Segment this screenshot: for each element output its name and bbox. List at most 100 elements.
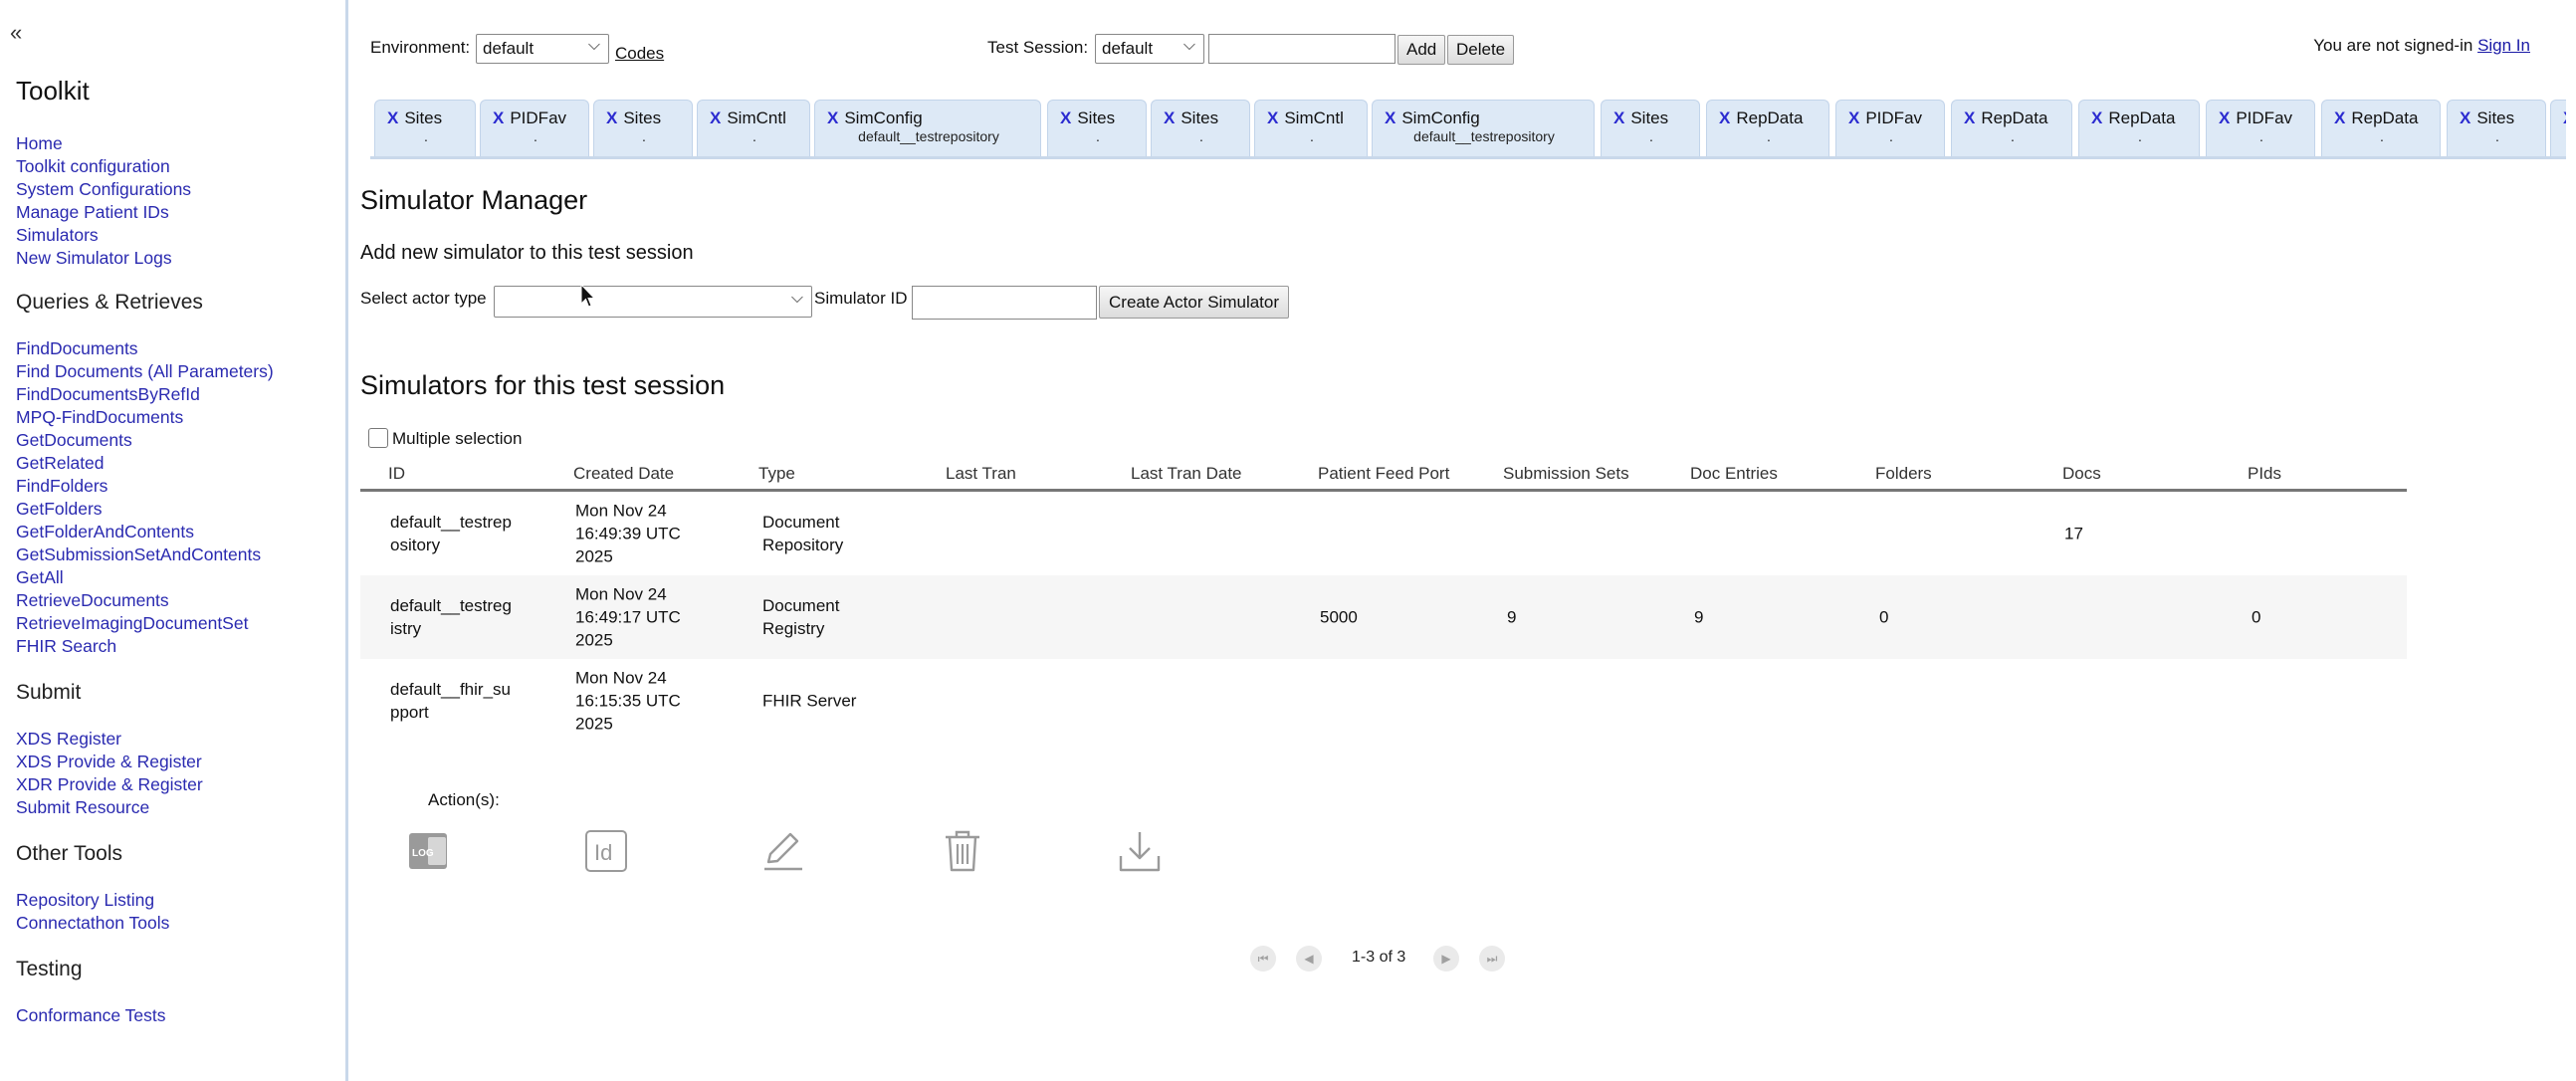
last-page-icon[interactable]: ⏭ xyxy=(1479,946,1505,972)
tab-repdata[interactable]: X RepData. xyxy=(1706,100,1829,156)
tab-partial[interactable]: X xyxy=(2550,100,2566,156)
close-tab-icon[interactable]: X xyxy=(827,108,838,127)
tab-repdata[interactable]: X RepData. xyxy=(2078,100,2200,156)
tab-repdata[interactable]: X RepData. xyxy=(2321,100,2441,156)
delete-session-button[interactable]: Delete xyxy=(1447,35,1515,65)
add-session-button[interactable]: Add xyxy=(1397,35,1446,65)
close-tab-icon[interactable]: X xyxy=(1613,108,1624,127)
test-session-select[interactable]: default ⌵ xyxy=(1095,34,1204,64)
table-row[interactable]: default__fhir_su pport Mon Nov 24 16:15:35… xyxy=(360,659,2407,743)
sidebar-item-conformance-tests[interactable]: Conformance Tests xyxy=(16,1004,165,1027)
sidebar-item-submit-resource[interactable]: Submit Resource xyxy=(16,796,149,819)
sidebar-item-new-simulator-logs[interactable]: New Simulator Logs xyxy=(16,247,172,270)
close-tab-icon[interactable]: X xyxy=(1719,108,1730,127)
sidebar-item-home[interactable]: Home xyxy=(16,132,63,155)
test-session-input[interactable] xyxy=(1208,34,1395,64)
tab-pidfav[interactable]: X PIDFav. xyxy=(1835,100,1945,156)
col-header-doc-entries[interactable]: Doc Entries xyxy=(1690,464,1778,484)
sidebar-item-getdocuments[interactable]: GetDocuments xyxy=(16,429,132,452)
sidebar-item-xdr-provide-register[interactable]: XDR Provide & Register xyxy=(16,773,203,796)
tab-sites[interactable]: X Sites. xyxy=(1047,100,1147,156)
sidebar-item-retrieveimagingdocumentset[interactable]: RetrieveImagingDocumentSet xyxy=(16,612,248,635)
close-tab-icon[interactable]: X xyxy=(1964,108,1975,127)
simulator-id-input[interactable] xyxy=(912,286,1097,320)
sidebar-item-finddocumentsbyrefid[interactable]: FindDocumentsByRefId xyxy=(16,383,200,406)
tab-simconfig[interactable]: X SimConfig default__testrepository xyxy=(814,100,1041,156)
col-header-created-date[interactable]: Created Date xyxy=(573,464,674,484)
close-tab-icon[interactable]: X xyxy=(2334,108,2345,127)
environment-select[interactable]: default ⌵ xyxy=(476,34,609,64)
sidebar-item-mpq-finddocuments[interactable]: MPQ-FindDocuments xyxy=(16,406,183,429)
col-header-folders[interactable]: Folders xyxy=(1875,464,1932,484)
signin-link[interactable]: Sign In xyxy=(2477,36,2530,55)
tab-sites[interactable]: X Sites. xyxy=(593,100,693,156)
table-row[interactable]: default__testreg istry Mon Nov 24 16:49:17… xyxy=(360,575,2407,659)
close-tab-icon[interactable]: X xyxy=(493,108,504,127)
tab-pidfav[interactable]: X PIDFav. xyxy=(480,100,589,156)
trash-icon[interactable] xyxy=(940,828,985,874)
close-tab-icon[interactable]: X xyxy=(1267,108,1278,127)
id-icon[interactable]: Id xyxy=(583,828,629,874)
tab-sites[interactable]: X Sites. xyxy=(1601,100,1700,156)
sidebar-item-repository-listing[interactable]: Repository Listing xyxy=(16,889,154,912)
sidebar-item-getfolders[interactable]: GetFolders xyxy=(16,498,103,521)
actor-type-select[interactable]: ⌵ xyxy=(494,286,812,318)
next-page-icon[interactable]: ▶ xyxy=(1433,946,1459,972)
sidebar-item-getfolderandcontents[interactable]: GetFolderAndContents xyxy=(16,521,194,543)
close-tab-icon[interactable]: X xyxy=(2563,108,2566,127)
table-row[interactable]: default__testrep ository Mon Nov 24 16:49:… xyxy=(360,492,2407,575)
col-header-patient-feed-port[interactable]: Patient Feed Port xyxy=(1318,464,1449,484)
sidebar-item-xds-provide-register[interactable]: XDS Provide & Register xyxy=(16,751,202,773)
close-tab-icon[interactable]: X xyxy=(387,108,398,127)
col-header-docs[interactable]: Docs xyxy=(2062,464,2101,484)
tab-sites[interactable]: X Sites. xyxy=(2447,100,2546,156)
sidebar-item-retrievedocuments[interactable]: RetrieveDocuments xyxy=(16,589,169,612)
close-tab-icon[interactable]: X xyxy=(1060,108,1071,127)
create-actor-simulator-button[interactable]: Create Actor Simulator xyxy=(1099,286,1290,319)
sidebar-section-testing: Testing xyxy=(16,958,83,980)
prev-page-icon[interactable]: ◀ xyxy=(1296,946,1322,972)
close-tab-icon[interactable]: X xyxy=(710,108,721,127)
checkbox[interactable] xyxy=(368,428,388,448)
tab-simcntl[interactable]: X SimCntl. xyxy=(1254,100,1368,156)
log-icon[interactable]: LOG xyxy=(406,828,452,874)
multiple-selection-checkbox[interactable]: Multiple selection xyxy=(368,428,522,449)
sidebar-item-fhir-search[interactable]: FHIR Search xyxy=(16,635,116,658)
sidebar-item-finddocuments[interactable]: FindDocuments xyxy=(16,337,138,360)
sidebar-item-find-documents-all[interactable]: Find Documents (All Parameters) xyxy=(16,360,274,383)
col-header-submission-sets[interactable]: Submission Sets xyxy=(1503,464,1629,484)
col-header-id[interactable]: ID xyxy=(388,464,405,484)
sidebar-item-findfolders[interactable]: FindFolders xyxy=(16,475,107,498)
close-tab-icon[interactable]: X xyxy=(1164,108,1175,127)
close-tab-icon[interactable]: X xyxy=(606,108,617,127)
sidebar-item-connectathon-tools[interactable]: Connectathon Tools xyxy=(16,912,169,935)
download-icon[interactable] xyxy=(1117,828,1163,874)
sidebar-item-simulators[interactable]: Simulators xyxy=(16,224,99,247)
close-tab-icon[interactable]: X xyxy=(1848,108,1859,127)
tab-sites[interactable]: X Sites. xyxy=(374,100,476,156)
tab-repdata[interactable]: X RepData. xyxy=(1951,100,2072,156)
tab-simconfig[interactable]: X SimConfig default__testrepository xyxy=(1372,100,1595,156)
sidebar-item-xds-register[interactable]: XDS Register xyxy=(16,728,121,751)
sidebar-item-system-configurations[interactable]: System Configurations xyxy=(16,178,191,201)
collapse-sidebar-button[interactable]: « xyxy=(10,20,22,46)
sidebar-item-getrelated[interactable]: GetRelated xyxy=(16,452,105,475)
sidebar-item-toolkit-configuration[interactable]: Toolkit configuration xyxy=(16,155,170,178)
tab-simcntl[interactable]: X SimCntl. xyxy=(697,100,810,156)
col-header-pids[interactable]: PIds xyxy=(2248,464,2281,484)
close-tab-icon[interactable]: X xyxy=(1385,108,1395,127)
close-tab-icon[interactable]: X xyxy=(2219,108,2230,127)
codes-link[interactable]: Codes xyxy=(615,44,664,64)
first-page-icon[interactable]: ⏮ xyxy=(1250,946,1276,972)
col-header-type[interactable]: Type xyxy=(758,464,795,484)
tab-pidfav[interactable]: X PIDFav. xyxy=(2206,100,2315,156)
close-tab-icon[interactable]: X xyxy=(2460,108,2470,127)
sidebar-item-getall[interactable]: GetAll xyxy=(16,566,64,589)
edit-icon[interactable] xyxy=(760,828,806,874)
sidebar-item-manage-patient-ids[interactable]: Manage Patient IDs xyxy=(16,201,169,224)
tab-sites[interactable]: X Sites. xyxy=(1151,100,1250,156)
col-header-last-tran-date[interactable]: Last Tran Date xyxy=(1131,464,1242,484)
col-header-last-tran[interactable]: Last Tran xyxy=(946,464,1016,484)
sidebar-item-getsubmissionsetandcontents[interactable]: GetSubmissionSetAndContents xyxy=(16,543,261,566)
close-tab-icon[interactable]: X xyxy=(2091,108,2102,127)
